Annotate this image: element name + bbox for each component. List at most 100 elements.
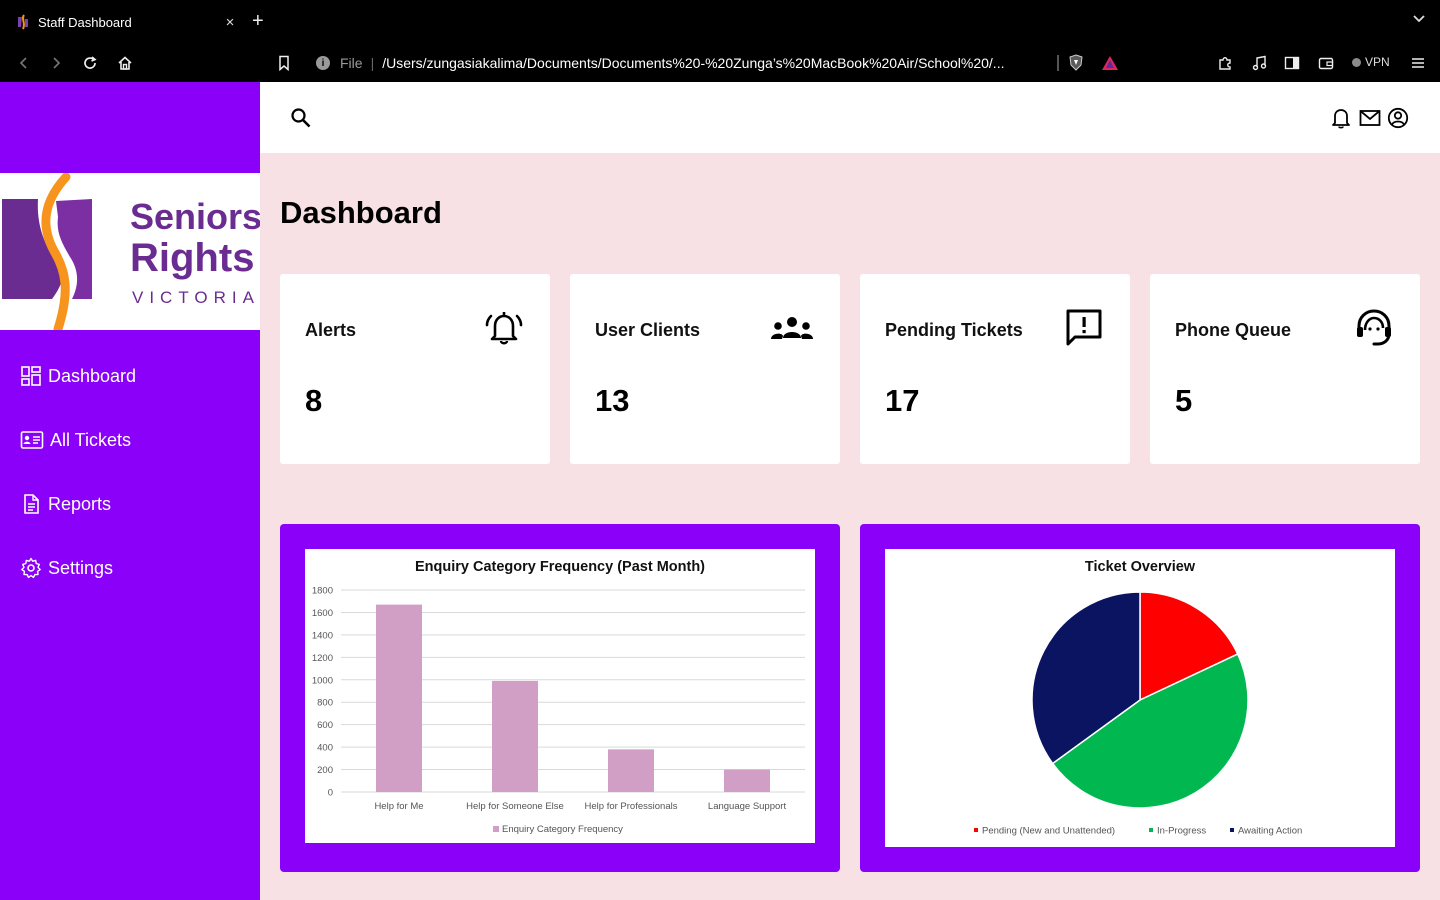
- card-value: 8: [305, 383, 323, 418]
- y-tick-label: 600: [317, 720, 333, 731]
- y-tick-label: 400: [317, 743, 333, 754]
- chart-legend: Enquiry Category Frequency: [493, 824, 623, 835]
- chart-title: Ticket Overview: [1085, 559, 1196, 575]
- tab-title: Staff Dashboard: [38, 14, 132, 30]
- x-tick-label: Language Support: [708, 801, 787, 812]
- group-icon: [771, 317, 813, 339]
- vpn-status-icon: [1352, 57, 1361, 67]
- site-favicon-icon: [18, 14, 28, 30]
- back-icon[interactable]: [14, 53, 34, 73]
- sidebar-item-label: Settings: [48, 557, 114, 578]
- seniors-rights-logo[interactable]: Seniors Rights VICTORIA: [0, 172, 262, 334]
- media-music-icon[interactable]: [1249, 53, 1269, 73]
- sidebar-item-label: Dashboard: [48, 365, 137, 386]
- url-path[interactable]: /Users/zungasiakalima/Documents/Document…: [382, 55, 1004, 71]
- browser-toolbar: i File | /Users/zungasiakalima/Documents…: [0, 44, 1440, 82]
- rewards-triangle-icon[interactable]: [1100, 53, 1120, 73]
- bar: [724, 769, 770, 792]
- sidebar-item-dashboard[interactable]: Dashboard: [20, 363, 136, 389]
- sidebar-item-label: All Tickets: [50, 429, 132, 450]
- gear-icon: [21, 557, 41, 579]
- dashboard-icon: [21, 366, 41, 386]
- browser-tab-bar: Staff Dashboard × +: [0, 0, 1440, 44]
- browser-tab[interactable]: Staff Dashboard ×: [8, 6, 240, 38]
- bar: [608, 749, 654, 792]
- ticket-pie-chart: Ticket Overview Pending (New and Unattend…: [974, 559, 1302, 837]
- vpn-button[interactable]: VPN: [1352, 55, 1390, 69]
- new-tab-button[interactable]: +: [252, 10, 264, 32]
- logo-line1: Seniors: [130, 196, 260, 237]
- feedback-icon: [1066, 309, 1102, 346]
- report-icon: [24, 494, 39, 514]
- sidebar-item-all-tickets[interactable]: All Tickets: [20, 427, 131, 453]
- menu-hamburger-icon[interactable]: [1408, 53, 1428, 73]
- ticket-overview-container: Ticket Overview Pending (New and Unattend…: [885, 549, 1395, 847]
- logo-line2: Rights: [130, 236, 254, 280]
- card-alerts[interactable]: Alerts 8: [280, 274, 550, 464]
- mail-icon[interactable]: [1359, 109, 1381, 127]
- y-tick-label: 200: [317, 765, 333, 776]
- address-bar[interactable]: i File | /Users/zungasiakalima/Documents…: [316, 53, 1004, 73]
- ticket-overview-panel: Ticket Overview Pending (New and Unattend…: [860, 524, 1420, 872]
- url-separator: |: [370, 55, 375, 71]
- extensions-icon[interactable]: [1215, 53, 1235, 73]
- legend-label: Pending (New and Unattended): [982, 826, 1115, 837]
- card-phone-queue[interactable]: Phone Queue 5: [1150, 274, 1420, 464]
- card-value: 13: [595, 383, 630, 418]
- toolbar-divider: [1057, 55, 1059, 71]
- card-pending-tickets[interactable]: Pending Tickets 17: [860, 274, 1130, 464]
- y-tick-label: 1600: [312, 608, 333, 619]
- sidebar-item-label: Reports: [48, 493, 112, 514]
- wallet-icon[interactable]: [1316, 53, 1336, 73]
- top-bar: [260, 82, 1440, 153]
- y-tick-label: 1000: [312, 675, 333, 686]
- legend-label: Awaiting Action: [1238, 826, 1302, 837]
- tab-close-icon[interactable]: ×: [220, 14, 240, 31]
- vpn-label: VPN: [1365, 55, 1390, 69]
- enquiry-chart-panel: Enquiry Category Frequency (Past Month) 0…: [280, 524, 840, 872]
- shield-icon[interactable]: [1066, 53, 1086, 73]
- ticket-icon: [20, 431, 44, 449]
- bell-ringing-icon: [485, 312, 523, 345]
- y-tick-label: 1400: [312, 630, 333, 641]
- sidebar: Seniors Rights VICTORIA Dashboard All Ti…: [0, 82, 262, 900]
- legend-swatch: [1230, 828, 1234, 832]
- search-icon[interactable]: [290, 107, 312, 129]
- account-circle-icon[interactable]: [1387, 107, 1409, 129]
- legend-swatch: [974, 828, 978, 832]
- home-icon[interactable]: [115, 53, 135, 73]
- card-value: 5: [1175, 383, 1193, 418]
- main-content: Dashboard Alerts 8 User Clients 13 Pendi…: [260, 153, 1440, 900]
- y-tick-label: 1800: [312, 586, 333, 597]
- card-user-clients[interactable]: User Clients 13: [570, 274, 840, 464]
- legend-swatch: [1149, 828, 1153, 832]
- legend-swatch: [493, 826, 499, 832]
- reload-icon[interactable]: [80, 53, 100, 73]
- url-scheme: File: [340, 55, 363, 71]
- tab-list-chevron-icon[interactable]: [1412, 12, 1426, 26]
- legend-label: In-Progress: [1157, 826, 1206, 837]
- card-title: Pending Tickets: [885, 320, 1023, 340]
- enquiry-chart-container: Enquiry Category Frequency (Past Month) 0…: [305, 549, 815, 843]
- sidebar-toggle-icon[interactable]: [1282, 53, 1302, 73]
- sidebar-item-settings[interactable]: Settings: [20, 555, 113, 581]
- site-info-icon[interactable]: i: [316, 56, 330, 70]
- enquiry-bar-chart: Enquiry Category Frequency (Past Month) 0…: [312, 559, 805, 835]
- bar: [492, 680, 538, 792]
- y-tick-label: 1200: [312, 653, 333, 664]
- y-tick-label: 0: [328, 788, 333, 799]
- page-title: Dashboard: [280, 195, 442, 230]
- card-title: Phone Queue: [1175, 320, 1292, 340]
- forward-icon[interactable]: [46, 53, 66, 73]
- x-tick-label: Help for Me: [374, 801, 423, 812]
- sidebar-item-reports[interactable]: Reports: [20, 491, 111, 517]
- notification-bell-icon[interactable]: [1331, 107, 1351, 129]
- bookmark-icon[interactable]: [274, 53, 294, 73]
- card-value: 17: [885, 383, 920, 418]
- legend-label: Enquiry Category Frequency: [502, 824, 623, 835]
- chart-legend: Pending (New and Unattended) In-Progress A…: [974, 826, 1302, 837]
- x-tick-label: Help for Professionals: [585, 801, 678, 812]
- card-title: User Clients: [595, 320, 701, 340]
- bar: [376, 604, 422, 792]
- chart-title: Enquiry Category Frequency (Past Month): [415, 559, 705, 575]
